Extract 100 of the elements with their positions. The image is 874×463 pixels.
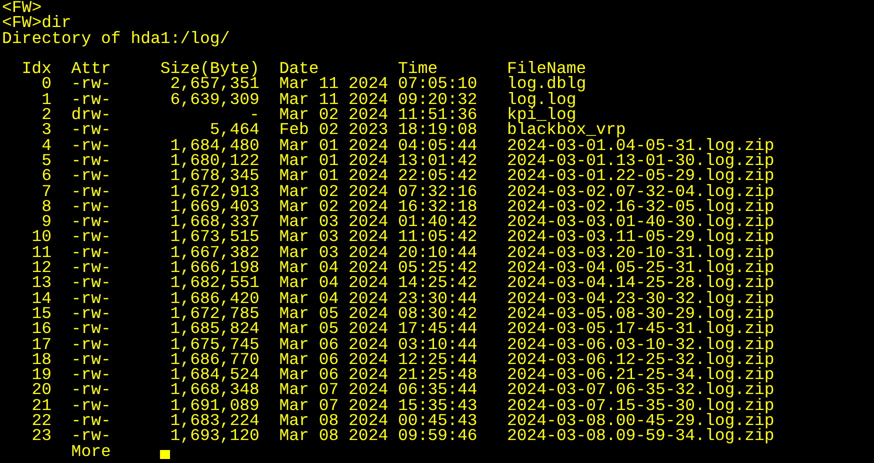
size-text: 1,666,198 <box>169 260 260 276</box>
column-header: Time <box>398 61 438 76</box>
index-text: 19 <box>30 367 52 382</box>
filename-text: 2024-03-08.09-59-34.log.zip <box>506 428 774 444</box>
attribute-text: -rw- <box>71 229 112 245</box>
size-text: 6,639,309 <box>169 92 260 108</box>
filename-text: 2024-03-01.04-05-31.log.zip <box>506 138 774 153</box>
date-text: Mar 11 2024 <box>279 76 390 92</box>
attribute-text: -rw- <box>71 428 112 444</box>
date-text: Mar 06 2024 <box>279 352 390 368</box>
time-text: 08:30:42 <box>398 306 478 322</box>
date-text: Mar 05 2024 <box>279 321 390 337</box>
time-text: 12:25:44 <box>398 352 478 368</box>
size-text: 1,675,745 <box>169 336 260 352</box>
attribute-text: -rw- <box>71 275 112 291</box>
attribute-text: -rw- <box>71 214 112 230</box>
attribute-text: -rw- <box>71 244 112 260</box>
index-text: 23 <box>30 428 52 444</box>
index-text: 3 <box>40 122 52 138</box>
size-text: 1,686,420 <box>169 290 260 306</box>
index-text: 7 <box>40 184 52 199</box>
date-text: Feb 02 2023 <box>279 122 390 138</box>
index-text: 10 <box>30 229 52 245</box>
time-text: 14:25:42 <box>398 275 478 291</box>
size-text: 1,684,524 <box>169 367 260 382</box>
size-text: 1,682,551 <box>169 275 260 291</box>
more-prompt: More <box>71 444 111 460</box>
size-text: 1,669,403 <box>169 198 260 214</box>
size-text: - <box>250 107 260 122</box>
filename-text: log.dblg <box>506 76 586 92</box>
size-text: 1,673,515 <box>169 229 260 245</box>
attribute-text: -rw- <box>71 198 112 214</box>
size-text: 1,683,224 <box>169 413 260 428</box>
time-text: 07:32:16 <box>398 184 478 199</box>
size-text: 1,668,337 <box>169 214 260 230</box>
date-text: Mar 01 2024 <box>279 168 390 184</box>
size-text: 1,678,345 <box>169 168 260 184</box>
date-text: Mar 03 2024 <box>279 229 390 245</box>
date-text: Mar 04 2024 <box>279 275 390 291</box>
filename-text: 2024-03-06.03-10-32.log.zip <box>506 336 774 352</box>
column-header: Date <box>279 61 320 76</box>
time-text: 17:45:44 <box>398 321 478 337</box>
attribute-text: -rw- <box>71 92 112 108</box>
attribute-text: -rw- <box>71 260 112 276</box>
time-text: 00:45:43 <box>398 413 478 428</box>
index-text: 12 <box>30 260 52 276</box>
time-text: 22:05:42 <box>398 168 478 184</box>
column-header: Attr <box>71 61 112 76</box>
time-text: 09:59:46 <box>398 428 478 444</box>
filename-text: 2024-03-03.11-05-29.log.zip <box>506 229 774 245</box>
filename-text: 2024-03-04.14-25-28.log.zip <box>506 275 774 291</box>
index-text: 16 <box>30 321 52 337</box>
attribute-text: -rw- <box>71 306 112 322</box>
date-text: Mar 02 2024 <box>279 198 390 214</box>
time-text: 01:40:42 <box>398 214 478 230</box>
attribute-text: -rw- <box>71 168 112 184</box>
time-text: 09:20:32 <box>398 92 478 108</box>
size-text: 1,691,089 <box>169 398 260 414</box>
time-text: 20:10:44 <box>398 244 478 260</box>
index-text: 17 <box>30 336 52 352</box>
size-text: 1,672,785 <box>169 306 260 322</box>
attribute-text: -rw- <box>71 321 112 337</box>
date-text: Mar 04 2024 <box>279 290 390 306</box>
index-text: 18 <box>30 352 52 368</box>
time-text: 11:51:36 <box>398 107 478 122</box>
time-text: 13:01:42 <box>398 152 478 168</box>
attribute-text: -rw- <box>71 398 112 414</box>
size-text: 2,657,351 <box>170 76 260 92</box>
filename-text: 2024-03-01.13-01-30.log.zip <box>506 152 774 168</box>
size-text: 1,667,382 <box>169 244 260 260</box>
attribute-text: -rw- <box>71 336 112 352</box>
date-text: Mar 06 2024 <box>279 367 390 382</box>
time-text: 11:05:42 <box>398 229 478 245</box>
date-text: Mar 11 2024 <box>279 92 390 108</box>
date-text: Mar 08 2024 <box>279 413 390 428</box>
filename-text: 2024-03-02.07-32-04.log.zip <box>506 184 774 199</box>
column-header: Idx <box>20 61 52 76</box>
terminal-line: <FW>dir <box>2 15 72 31</box>
time-text: 23:30:44 <box>398 290 478 306</box>
index-text: 6 <box>40 168 52 184</box>
filename-text: 2024-03-03.20-10-31.log.zip <box>506 244 774 260</box>
index-text: 9 <box>42 214 52 230</box>
column-header: Size(Byte) <box>160 61 260 76</box>
date-text: Mar 07 2024 <box>279 398 390 414</box>
index-text: 4 <box>40 138 52 153</box>
filename-text: 2024-03-06.21-25-34.log.zip <box>506 367 774 382</box>
date-text: Mar 08 2024 <box>279 428 390 444</box>
terminal-line: <FW> <box>2 0 42 16</box>
date-text: Mar 04 2024 <box>279 260 390 276</box>
attribute-text: -rw- <box>71 138 112 153</box>
time-text: 16:32:18 <box>398 198 478 214</box>
terminal-line: Directory of hda1:/log/ <box>2 30 230 46</box>
filename-text: log.log <box>506 92 576 108</box>
filename-text: 2024-03-02.16-32-05.log.zip <box>506 198 774 214</box>
size-text: 1,672,913 <box>169 184 260 199</box>
filename-text: 2024-03-08.00-45-29.log.zip <box>506 413 774 428</box>
filename-text: 2024-03-04.05-25-31.log.zip <box>506 260 774 276</box>
attribute-text: -rw- <box>71 152 112 168</box>
size-text: 1,685,824 <box>169 321 260 337</box>
time-text: 21:25:48 <box>398 367 478 382</box>
